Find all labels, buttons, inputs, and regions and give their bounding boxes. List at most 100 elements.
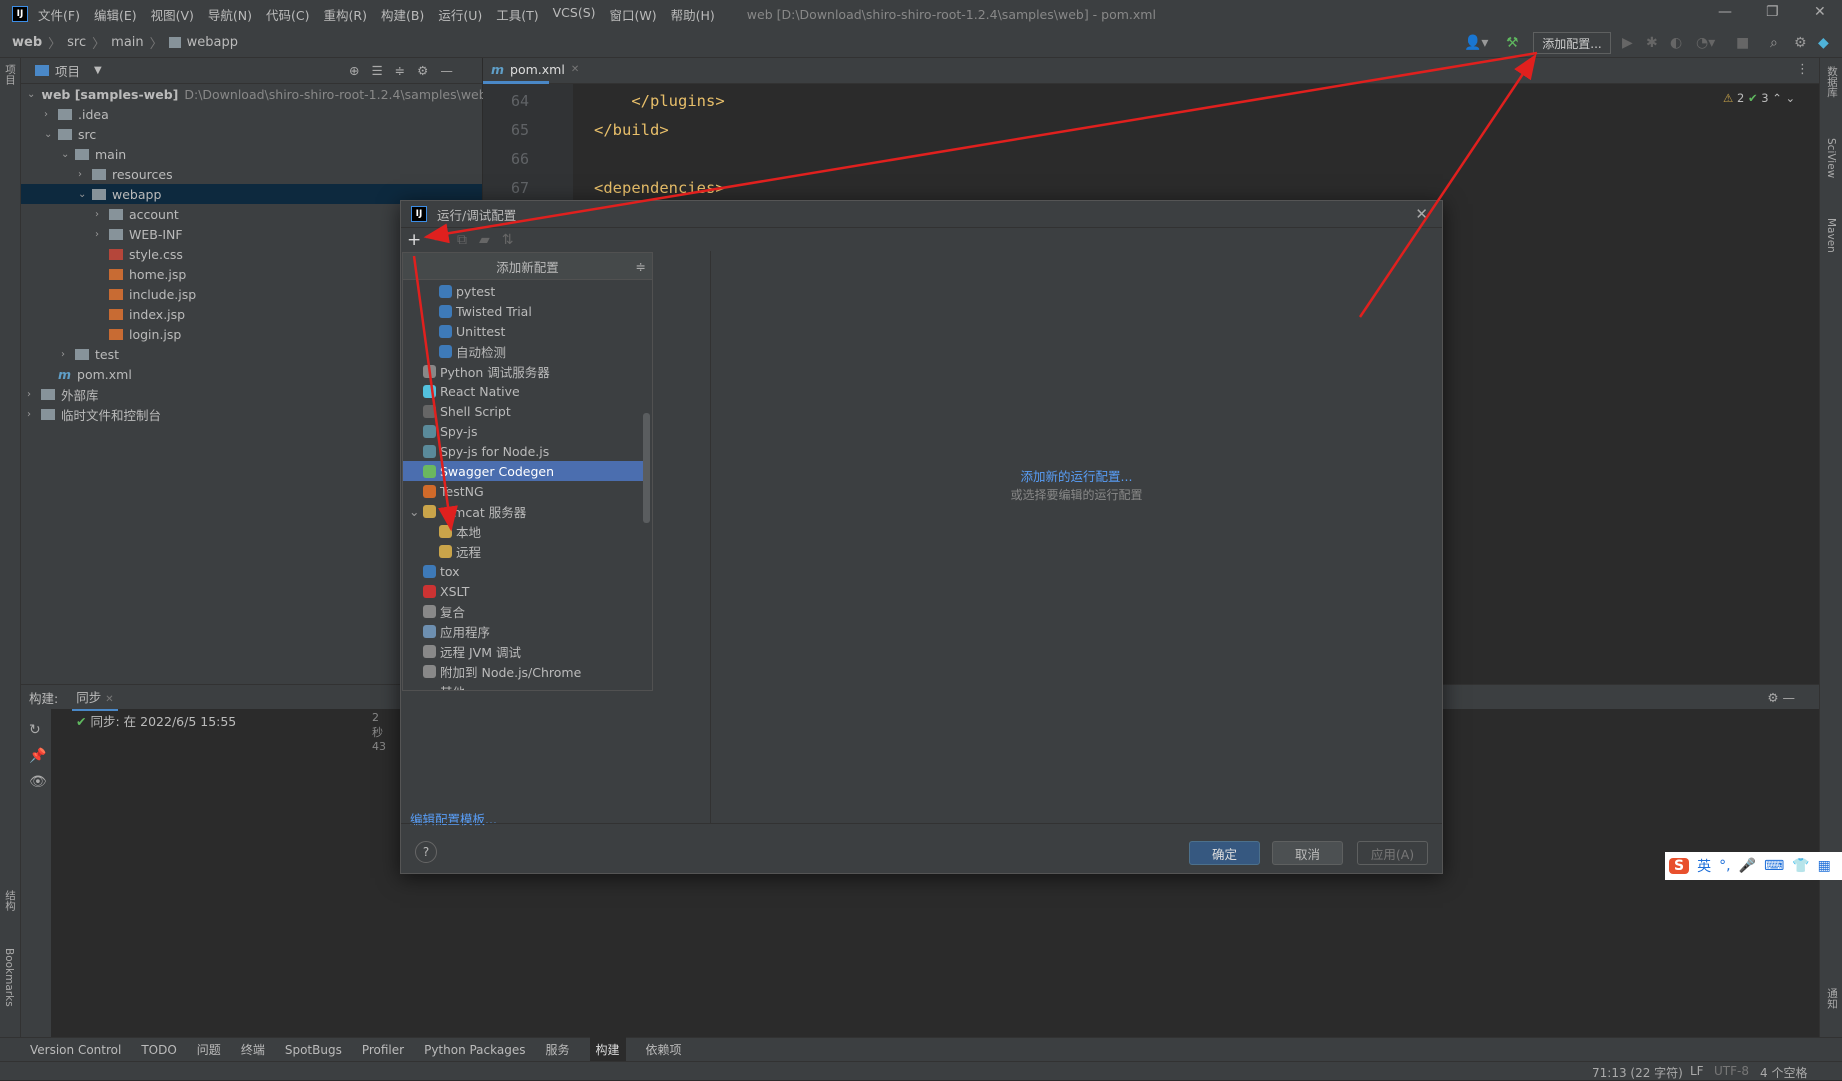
chevron-down-icon[interactable]: ⌄ — [27, 89, 35, 100]
config-type-item[interactable]: Unittest — [403, 321, 643, 341]
menu-item[interactable]: 重构(R) — [324, 5, 367, 24]
add-icon[interactable]: + — [407, 230, 421, 250]
config-type-item[interactable]: 远程 — [403, 541, 643, 561]
settings-gear-icon[interactable]: ⚙ — [1794, 35, 1807, 51]
bottom-tool-button[interactable]: Python Packages — [424, 1043, 525, 1057]
bookmarks-tool-button[interactable]: Bookmarks — [3, 948, 15, 1007]
config-type-item[interactable]: 本地 — [403, 521, 643, 541]
config-type-item[interactable]: React Native — [403, 381, 643, 401]
indent-setting[interactable]: 4 个空格 — [1760, 1064, 1807, 1081]
coverage-icon[interactable]: ◐ — [1670, 35, 1682, 51]
close-icon[interactable]: ✕ — [1814, 4, 1826, 20]
chevron-down-icon[interactable]: ⌄ — [78, 189, 92, 200]
bottom-tool-button[interactable]: SpotBugs — [285, 1043, 342, 1057]
build-sync-row[interactable]: ✔ 同步: 在 2022/6/5 15:55 2秒43 — [76, 711, 386, 753]
bottom-tool-button[interactable]: 构建 — [589, 1037, 626, 1062]
plugin-icon[interactable]: ◆ — [1818, 35, 1829, 51]
chevron-down-icon[interactable]: ⌄ — [61, 149, 75, 160]
keyboard-icon[interactable]: ⌨ — [1764, 858, 1784, 874]
chevron-right-icon[interactable]: › — [27, 409, 41, 420]
ime-language[interactable]: 英 — [1697, 856, 1711, 876]
bottom-tool-button[interactable]: 终端 — [241, 1041, 265, 1058]
chevron-right-icon[interactable]: › — [27, 389, 41, 400]
menu-item[interactable]: VCS(S) — [553, 5, 596, 24]
microphone-icon[interactable]: 🎤 — [1739, 858, 1756, 874]
maven-tool-button[interactable]: Maven — [1825, 218, 1837, 253]
breadcrumb-webapp[interactable]: webapp — [187, 35, 238, 50]
bottom-tool-button[interactable]: TODO — [141, 1043, 176, 1057]
config-type-item[interactable]: TestNG — [403, 481, 643, 501]
project-tool-button[interactable]: 项目 — [3, 64, 18, 85]
chevron-right-icon[interactable]: › — [95, 229, 109, 240]
bottom-tool-button[interactable]: Profiler — [362, 1043, 404, 1057]
config-type-item[interactable]: 附加到 Node.js/Chrome — [403, 661, 643, 681]
skin-icon[interactable]: 👕 — [1792, 858, 1809, 874]
structure-tool-button[interactable]: 结构 — [3, 890, 18, 911]
config-type-item[interactable]: ⌄ Tomcat 服务器 — [403, 501, 643, 521]
config-type-item[interactable]: Twisted Trial — [403, 301, 643, 321]
copy-icon[interactable]: ⧉ — [457, 232, 467, 248]
config-type-item[interactable]: Spy-js — [403, 421, 643, 441]
config-type-item[interactable]: 应用程序 — [403, 621, 643, 641]
config-type-item[interactable]: Python 调试服务器 — [403, 361, 643, 381]
bottom-tool-button[interactable]: Version Control — [30, 1043, 121, 1057]
tree-item[interactable]: ⌄ main — [21, 144, 482, 164]
add-new-config-link[interactable]: 添加新的运行配置... — [711, 466, 1442, 485]
more-tabs-icon[interactable]: ⋮ — [1796, 62, 1809, 77]
inspection-widget[interactable]: ⚠ 2 ✔ 3 ⌃ ⌄ — [1723, 91, 1795, 105]
menu-item[interactable]: 运行(U) — [438, 5, 482, 24]
menu-item[interactable]: 视图(V) — [151, 5, 194, 24]
config-type-item[interactable]: tox — [403, 561, 643, 581]
remove-icon[interactable]: − — [433, 232, 445, 248]
punctuation-icon[interactable]: °, — [1719, 858, 1730, 874]
menu-item[interactable]: 导航(N) — [208, 5, 252, 24]
dialog-close-icon[interactable]: ✕ — [1415, 205, 1428, 223]
user-icon[interactable]: 👤▾ — [1464, 35, 1488, 51]
debug-icon[interactable]: ✱ — [1646, 35, 1658, 51]
tree-item[interactable]: ⌄ web [samples-web] D:\Download\shiro-shir… — [21, 84, 487, 104]
sort-icon[interactable]: ⇅ — [502, 232, 514, 248]
chevron-right-icon[interactable]: › — [61, 349, 75, 360]
chevron-down-icon[interactable]: ⌄ — [409, 504, 419, 519]
code-line[interactable]: </plugins> — [594, 92, 724, 110]
menu-item[interactable]: 构建(B) — [381, 5, 424, 24]
sciview-tool-button[interactable]: SciView — [1825, 138, 1837, 178]
config-type-item[interactable]: Spy-js for Node.js — [403, 441, 643, 461]
menu-item[interactable]: 窗口(W) — [610, 5, 657, 24]
project-panel-actions[interactable]: ⊕☰≑⚙— — [349, 63, 465, 78]
config-type-item[interactable]: ⌄ 其他 — [403, 681, 643, 691]
ime-toolbar[interactable]: S 英 °, 🎤 ⌨ 👕 ▦ — [1665, 852, 1842, 880]
config-type-item[interactable]: XSLT — [403, 581, 643, 601]
collapse-all-icon[interactable]: ≑ — [636, 259, 646, 274]
line-separator[interactable]: LF — [1690, 1064, 1704, 1078]
build-settings-icon[interactable]: ⚙ — — [1767, 690, 1795, 705]
cancel-button[interactable]: 取消 — [1272, 841, 1343, 865]
config-type-item[interactable]: Shell Script — [403, 401, 643, 421]
config-type-item[interactable]: pytest — [403, 281, 643, 301]
chevron-down-icon[interactable]: ⌄ — [409, 684, 419, 691]
config-type-item[interactable]: 复合 — [403, 601, 643, 621]
toolbox-icon[interactable]: ▦ — [1818, 858, 1831, 874]
chevron-right-icon[interactable]: › — [44, 109, 58, 120]
apply-button[interactable]: 应用(A) — [1357, 841, 1428, 865]
profile-icon[interactable]: ◔▾ — [1696, 35, 1715, 51]
minimize-icon[interactable]: — — [1718, 4, 1732, 20]
ok-button[interactable]: 确定 — [1189, 841, 1260, 865]
tree-item[interactable]: › resources — [21, 164, 482, 184]
caret-position[interactable]: 71:13 (22 字符) — [1592, 1064, 1683, 1081]
code-line[interactable]: </build> — [594, 121, 669, 139]
tree-item[interactable]: › .idea — [21, 104, 482, 124]
breadcrumb-web[interactable]: web — [12, 35, 42, 50]
close-tab-icon[interactable]: ✕ — [571, 64, 579, 75]
project-panel-title[interactable]: 项目 — [55, 61, 80, 80]
code-line[interactable]: <dependencies> — [594, 179, 725, 197]
menu-item[interactable]: 文件(F) — [38, 5, 80, 24]
add-configuration-button[interactable]: 添加配置... — [1533, 32, 1611, 54]
menu-item[interactable]: 工具(T) — [496, 5, 538, 24]
breadcrumb-main[interactable]: main — [111, 35, 143, 50]
tree-item[interactable]: ⌄ src — [21, 124, 482, 144]
chevron-right-icon[interactable]: › — [95, 209, 109, 220]
database-tool-button[interactable]: 数据库 — [1825, 66, 1840, 98]
chevron-down-icon[interactable]: ⌄ — [44, 129, 58, 140]
build-toolbar[interactable]: ↻ 📌 👁 — [21, 709, 51, 1038]
